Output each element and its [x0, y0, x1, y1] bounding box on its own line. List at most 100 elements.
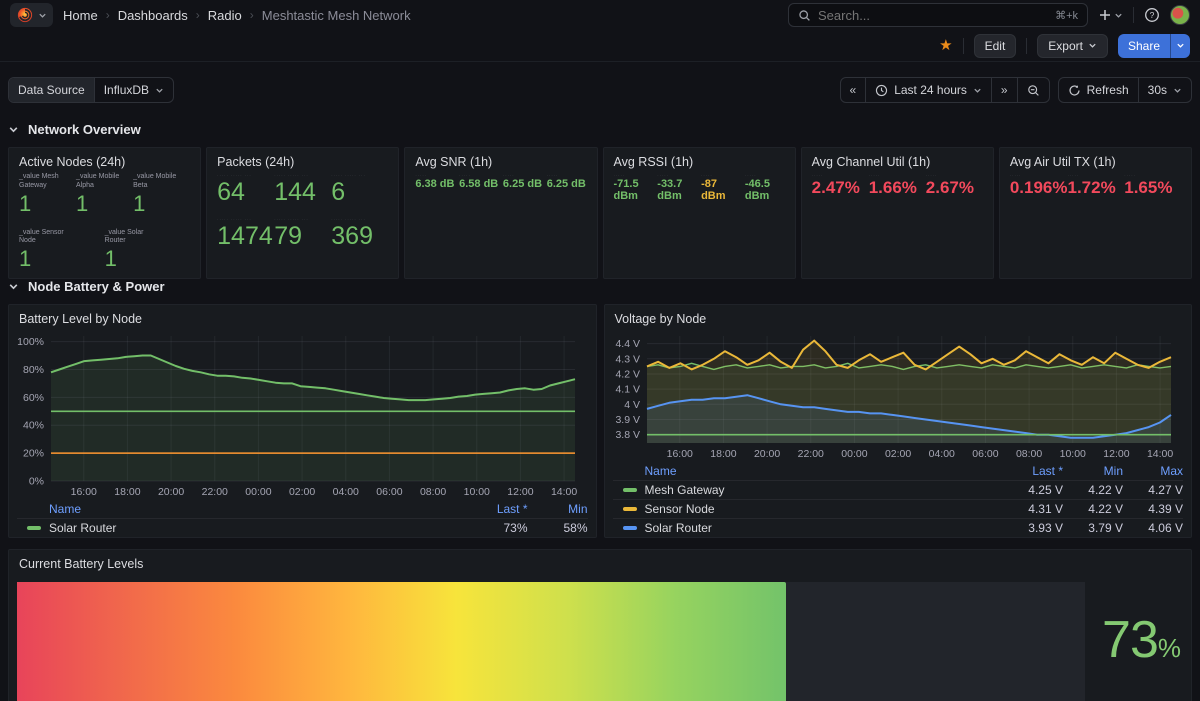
dashboard-actions-bar: ★ Edit Export Share	[0, 30, 1200, 62]
grafana-logo-button[interactable]	[10, 3, 53, 27]
add-button[interactable]	[1098, 8, 1123, 22]
svg-text:02:00: 02:00	[884, 448, 910, 460]
time-range-picker[interactable]: Last 24 hours	[865, 78, 991, 102]
gauge-track	[17, 582, 1085, 701]
battery-gauge: 73 %	[17, 582, 1183, 701]
stat: ·····2.67%	[926, 173, 983, 197]
row-header-network-overview[interactable]: Network Overview	[8, 117, 1192, 141]
help-button[interactable]: ?	[1144, 7, 1160, 23]
legend-column-min[interactable]: Min	[1063, 464, 1123, 478]
stat: _value Sensor Node1	[19, 229, 76, 271]
legend-column-last[interactable]: Last *	[1003, 464, 1063, 478]
breadcrumb-separator-icon: ›	[106, 8, 110, 22]
stat: ·····6.38 dB	[415, 173, 455, 191]
chart-series	[51, 356, 575, 482]
share-caret-button[interactable]	[1170, 34, 1190, 58]
stat: ····· ····· ···1474	[217, 217, 274, 249]
plus-icon	[1098, 8, 1112, 22]
panel-title[interactable]: Battery Level by Node	[9, 305, 596, 326]
panel-title[interactable]: Packets (24h)	[207, 148, 398, 169]
panel-title[interactable]: Avg Air Util TX (1h)	[1000, 148, 1191, 169]
breadcrumb-item[interactable]: Home	[63, 8, 98, 23]
legend-column-name[interactable]: Name	[17, 502, 468, 516]
edit-button[interactable]: Edit	[974, 34, 1017, 58]
stat: _value Mobile Alpha1	[76, 173, 133, 215]
svg-text:12:00: 12:00	[507, 486, 533, 498]
stat-value: 144	[274, 179, 331, 205]
battery-level-chart[interactable]: 0%20%40%60%80%100%16:0018:0020:0022:0000…	[9, 328, 596, 500]
stat-value: 6.58 dB	[459, 179, 499, 191]
stat: ·····2.47%	[812, 173, 869, 197]
search-icon	[798, 9, 811, 22]
gauge-value-unit: %	[1158, 633, 1181, 664]
divider	[963, 38, 964, 54]
voltage-legend: NameLast *MinMaxMesh Gateway4.25 V4.22 V…	[605, 462, 1192, 537]
legend-series-name[interactable]: Solar Router	[49, 521, 468, 535]
panel-battery-level-by-node: Battery Level by Node 0%20%40%60%80%100%…	[8, 304, 597, 538]
search-box[interactable]: ⌘+k	[788, 3, 1088, 27]
time-shift-forward-button[interactable]: »	[991, 78, 1017, 102]
chevron-down-icon	[8, 281, 19, 292]
panel-title[interactable]: Voltage by Node	[605, 305, 1192, 326]
legend-swatch[interactable]	[623, 507, 637, 511]
legend-value: 4.22 V	[1063, 502, 1123, 516]
stat-label: _value Mobile Beta	[133, 173, 190, 191]
legend-swatch[interactable]	[623, 526, 637, 530]
dashboard-canvas: Data Source InfluxDB « Last 24 hours »	[0, 75, 1200, 701]
chart-panels-row: Battery Level by Node 0%20%40%60%80%100%…	[8, 304, 1192, 537]
refresh-interval-select[interactable]: 30s	[1138, 78, 1191, 102]
svg-text:40%: 40%	[23, 420, 44, 432]
svg-text:4.3 V: 4.3 V	[615, 353, 640, 365]
legend-column-last[interactable]: Last *	[468, 502, 528, 516]
favorite-star-icon[interactable]: ★	[939, 38, 952, 53]
refresh-group: Refresh 30s	[1058, 77, 1192, 103]
panel-title[interactable]: Current Battery Levels	[9, 550, 1191, 571]
stat: ····· ····· ···144	[274, 173, 331, 205]
stat-value: 1.72%	[1068, 179, 1125, 197]
breadcrumb-item[interactable]: Dashboards	[118, 8, 188, 23]
legend-series-name[interactable]: Mesh Gateway	[645, 483, 1004, 497]
legend-column-name[interactable]: Name	[613, 464, 1004, 478]
panel-title[interactable]: Avg Channel Util (1h)	[802, 148, 993, 169]
svg-text:14:00: 14:00	[1146, 448, 1172, 460]
breadcrumb-item[interactable]: Radio	[208, 8, 242, 23]
search-input[interactable]	[818, 8, 1048, 23]
legend-swatch[interactable]	[27, 526, 41, 530]
legend-swatch[interactable]	[623, 488, 637, 492]
panel-title[interactable]: Avg SNR (1h)	[405, 148, 596, 169]
refresh-button[interactable]: Refresh	[1059, 78, 1138, 102]
svg-text:20:00: 20:00	[753, 448, 779, 460]
legend-column-max[interactable]: Max	[1123, 464, 1183, 478]
legend-series-name[interactable]: Sensor Node	[645, 502, 1004, 516]
legend-column-min[interactable]: Min	[528, 502, 588, 516]
series-fill-solar-router	[51, 356, 575, 482]
stat-value: 1	[76, 192, 133, 215]
voltage-chart[interactable]: 3.8 V3.9 V4 V4.1 V4.2 V4.3 V4.4 V16:0018…	[605, 328, 1192, 462]
time-zoom-out-button[interactable]	[1017, 78, 1049, 102]
svg-text:00:00: 00:00	[245, 486, 271, 498]
user-avatar[interactable]	[1170, 5, 1190, 25]
stat: ·····1.65%	[1124, 173, 1181, 197]
svg-text:?: ?	[1150, 10, 1155, 20]
svg-text:22:00: 22:00	[797, 448, 823, 460]
svg-text:10:00: 10:00	[1059, 448, 1085, 460]
stat-value: -87 dBm	[701, 179, 741, 202]
svg-text:16:00: 16:00	[71, 486, 97, 498]
panel-title[interactable]: Avg RSSI (1h)	[604, 148, 795, 169]
time-shift-back-button[interactable]: «	[841, 78, 866, 102]
top-nav-right: ⌘+k ?	[788, 3, 1190, 27]
share-button[interactable]: Share	[1118, 34, 1170, 58]
stat-value: -46.5 dBm	[745, 179, 785, 202]
export-button[interactable]: Export	[1037, 34, 1108, 58]
datasource-select[interactable]: InfluxDB	[94, 78, 173, 102]
panel-avg-snr: Avg SNR (1h)·····6.38 dB·····6.58 dB····…	[404, 147, 597, 279]
legend-value: 73%	[468, 521, 528, 535]
stat: ·····0.196%	[1010, 173, 1068, 197]
svg-text:06:00: 06:00	[972, 448, 998, 460]
gauge-value: 73 %	[1102, 610, 1181, 670]
panel-title[interactable]: Active Nodes (24h)	[9, 148, 200, 169]
gauge-fill-bar	[17, 582, 786, 701]
search-shortcut: ⌘+k	[1055, 9, 1078, 22]
stat-value: 0.196%	[1010, 179, 1068, 197]
legend-series-name[interactable]: Solar Router	[645, 521, 1004, 535]
